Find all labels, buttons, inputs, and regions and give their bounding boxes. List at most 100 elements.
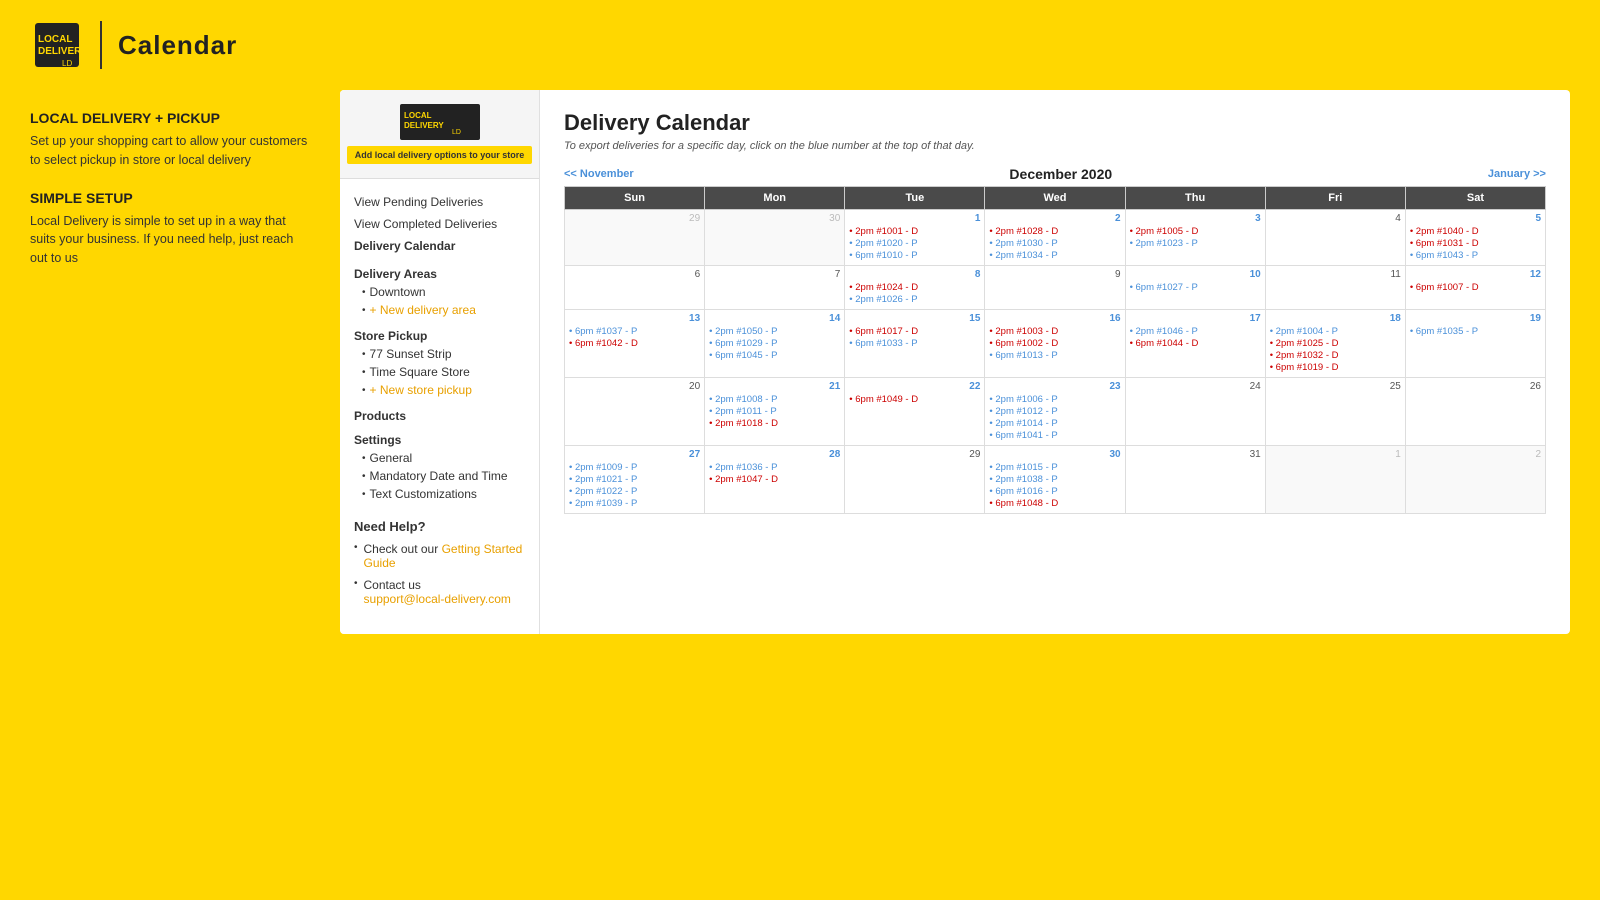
calendar-day-number-link[interactable]: 5: [1410, 213, 1541, 224]
delivery-item: • 2pm #1023 - P: [1130, 238, 1261, 249]
bullet-icon: •: [362, 453, 366, 464]
nav-view-pending[interactable]: View Pending Deliveries: [354, 191, 525, 213]
delivery-item: • 6pm #1029 - P: [709, 338, 840, 349]
right-panel: LOCAL DELIVERY LD Add local delivery opt…: [340, 90, 1570, 634]
calendar-day-number-link[interactable]: 2: [989, 213, 1120, 224]
downtown-link[interactable]: Downtown: [370, 285, 426, 299]
nav-view-completed[interactable]: View Completed Deliveries: [354, 213, 525, 235]
delivery-item: • 2pm #1028 - D: [989, 226, 1120, 237]
prev-month-nav[interactable]: << November: [564, 168, 634, 180]
calendar-day-number-link[interactable]: 13: [569, 313, 700, 324]
calendar-day-number-link[interactable]: 22: [849, 381, 980, 392]
svg-text:LD: LD: [452, 129, 461, 136]
need-help-section: Need Help? • Check out our Getting Start…: [340, 503, 539, 606]
svg-text:LOCAL: LOCAL: [404, 111, 432, 120]
nav-subitem-timesquare: • Time Square Store: [354, 363, 525, 381]
svg-text:LOCAL: LOCAL: [38, 34, 72, 45]
calendar-cell: 4: [1265, 210, 1405, 266]
calendar-day-number-link[interactable]: 10: [1130, 269, 1261, 280]
calendar-cell: 2• 2pm #1028 - D• 2pm #1030 - P• 2pm #10…: [985, 210, 1125, 266]
nav-settings-label: Settings: [354, 433, 525, 447]
delivery-item: • 2pm #1024 - D: [849, 282, 980, 293]
delivery-item: • 6pm #1043 - P: [1410, 250, 1541, 261]
calendar-cell: 3• 2pm #1005 - D• 2pm #1023 - P: [1125, 210, 1265, 266]
mandatory-link[interactable]: Mandatory Date and Time: [370, 469, 508, 483]
calendar-cell: 28• 2pm #1036 - P• 2pm #1047 - D: [705, 446, 845, 514]
calendar-day-number-link[interactable]: 30: [989, 449, 1120, 460]
inner-logo-area: LOCAL DELIVERY LD Add local delivery opt…: [340, 90, 539, 179]
calendar-day-number-link[interactable]: 12: [1410, 269, 1541, 280]
local-delivery-text: Set up your shopping cart to allow your …: [30, 132, 310, 170]
delivery-item: • 6pm #1045 - P: [709, 350, 840, 361]
delivery-item: • 6pm #1033 - P: [849, 338, 980, 349]
calendar-cell: 20: [565, 378, 705, 446]
general-link[interactable]: General: [370, 451, 413, 465]
calendar-day-header: Sat: [1405, 187, 1545, 210]
nav-store-pickup-label: Store Pickup: [354, 329, 525, 343]
calendar-day-header: Wed: [985, 187, 1125, 210]
calendar-cell: 9: [985, 266, 1125, 310]
calendar-cell: 1• 2pm #1001 - D• 2pm #1020 - P• 6pm #10…: [845, 210, 985, 266]
delivery-item: • 6pm #1031 - D: [1410, 238, 1541, 249]
delivery-item: • 2pm #1022 - P: [569, 486, 700, 497]
next-month-nav[interactable]: January >>: [1488, 168, 1546, 180]
calendar-cell: 24: [1125, 378, 1265, 446]
calendar-day-number: 20: [569, 381, 700, 392]
calendar-day-header: Thu: [1125, 187, 1265, 210]
calendar-day-number-link[interactable]: 27: [569, 449, 700, 460]
calendar-day-number-link[interactable]: 21: [709, 381, 840, 392]
main-layout: LOCAL DELIVERY + PICKUP Set up your shop…: [0, 90, 1600, 664]
calendar-day-number-link[interactable]: 19: [1410, 313, 1541, 324]
calendar-cell: 17• 2pm #1046 - P• 6pm #1044 - D: [1125, 310, 1265, 378]
calendar-day-number-link[interactable]: 28: [709, 449, 840, 460]
delivery-item: • 2pm #1009 - P: [569, 462, 700, 473]
calendar-day-number: 2: [1410, 449, 1541, 460]
contact-email-link[interactable]: support@local-delivery.com: [364, 592, 511, 606]
delivery-item: • 2pm #1004 - P: [1270, 326, 1401, 337]
calendar-cell: 10• 6pm #1027 - P: [1125, 266, 1265, 310]
svg-text:DELIVERY: DELIVERY: [38, 46, 84, 57]
calendar-cell: 12• 6pm #1007 - D: [1405, 266, 1545, 310]
calendar-day-header: Tue: [845, 187, 985, 210]
new-store-pickup-link[interactable]: + New store pickup: [370, 383, 472, 397]
nav-section: View Pending Deliveries View Completed D…: [340, 179, 539, 503]
calendar-cell: 22 • 6pm #1049 - D: [845, 378, 985, 446]
calendar-day-number-link[interactable]: 16: [989, 313, 1120, 324]
delivery-item: • 6pm #1016 - P: [989, 486, 1120, 497]
delivery-item: • 6pm #1049 - D: [849, 394, 980, 405]
calendar-day-number-link[interactable]: 15: [849, 313, 980, 324]
delivery-item: • 6pm #1037 - P: [569, 326, 700, 337]
calendar-day-number-link[interactable]: 1: [849, 213, 980, 224]
delivery-item: • 2pm #1039 - P: [569, 498, 700, 509]
calendar-cell: 21• 2pm #1008 - P• 2pm #1011 - P• 2pm #1…: [705, 378, 845, 446]
add-local-delivery-button[interactable]: Add local delivery options to your store: [347, 146, 533, 164]
new-delivery-area-link[interactable]: + New delivery area: [370, 303, 476, 317]
month-label: December 2020: [1009, 166, 1112, 182]
getting-started-link[interactable]: Getting Started Guide: [364, 542, 523, 570]
calendar-day-number-link[interactable]: 8: [849, 269, 980, 280]
calendar-day-number-link[interactable]: 14: [709, 313, 840, 324]
delivery-item: • 2pm #1038 - P: [989, 474, 1120, 485]
77sunset-link[interactable]: 77 Sunset Strip: [370, 347, 452, 361]
calendar-day-number: 4: [1270, 213, 1401, 224]
timesquare-link[interactable]: Time Square Store: [370, 365, 470, 379]
delivery-item: • 2pm #1021 - P: [569, 474, 700, 485]
text-customizations-link[interactable]: Text Customizations: [370, 487, 477, 501]
delivery-item: • 2pm #1018 - D: [709, 418, 840, 429]
nav-delivery-calendar[interactable]: Delivery Calendar: [354, 235, 525, 257]
inner-logo: LOCAL DELIVERY LD: [400, 104, 480, 140]
calendar-day-number: 1: [1270, 449, 1401, 460]
calendar-table: SunMonTueWedThuFriSat 29301• 2pm #1001 -…: [564, 186, 1546, 514]
bullet-icon: •: [362, 305, 366, 316]
calendar-day-number-link[interactable]: 3: [1130, 213, 1261, 224]
calendar-day-number-link[interactable]: 23: [989, 381, 1120, 392]
calendar-cell: 30• 2pm #1015 - P• 2pm #1038 - P• 6pm #1…: [985, 446, 1125, 514]
calendar-day-number-link[interactable]: 17: [1130, 313, 1261, 324]
calendar-title: Delivery Calendar: [564, 110, 1546, 136]
calendar-day-number-link[interactable]: 18: [1270, 313, 1401, 324]
delivery-item: • 6pm #1041 - P: [989, 430, 1120, 441]
calendar-cell: 1: [1265, 446, 1405, 514]
delivery-item: • 6pm #1042 - D: [569, 338, 700, 349]
delivery-item: • 2pm #1014 - P: [989, 418, 1120, 429]
calendar-cell: 6: [565, 266, 705, 310]
